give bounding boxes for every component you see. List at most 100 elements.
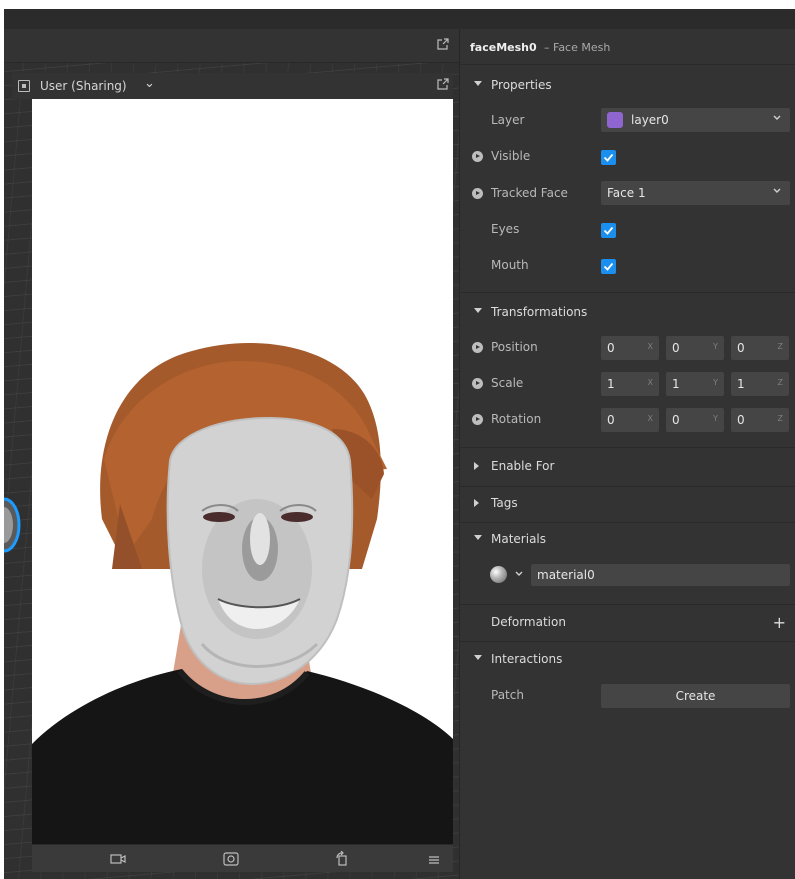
simulator-popout-icon[interactable] bbox=[437, 78, 449, 90]
expand-triangle-icon[interactable] bbox=[474, 462, 479, 470]
scene-face-object[interactable] bbox=[4, 491, 30, 561]
position-x-value: 0 bbox=[607, 341, 615, 355]
axis-label: X bbox=[647, 378, 653, 387]
material-field[interactable]: material0 bbox=[531, 564, 790, 586]
collapse-triangle-icon[interactable] bbox=[474, 655, 482, 660]
tracked-face-label: Tracked Face bbox=[491, 186, 568, 200]
position-z-value: 0 bbox=[737, 341, 745, 355]
position-y-field[interactable]: 0Y bbox=[666, 336, 724, 360]
simulator-source-label[interactable]: User (Sharing) bbox=[40, 79, 127, 93]
section-deformation[interactable]: Deformation + bbox=[460, 605, 795, 641]
viewport-header bbox=[4, 29, 459, 63]
create-button-label: Create bbox=[675, 689, 716, 703]
section-tags[interactable]: Tags bbox=[460, 486, 795, 522]
rotation-x-field[interactable]: 0X bbox=[601, 408, 659, 432]
screenshot-icon[interactable] bbox=[222, 851, 240, 871]
patch-arrow-icon[interactable] bbox=[472, 378, 483, 389]
viewport-popout-icon[interactable] bbox=[437, 38, 449, 50]
create-patch-button[interactable]: Create bbox=[601, 684, 790, 708]
axis-label: Y bbox=[713, 414, 718, 423]
simulator-header: User (Sharing) ⌄ bbox=[12, 73, 453, 99]
object-type: – Face Mesh bbox=[544, 41, 611, 54]
collapse-triangle-icon[interactable] bbox=[474, 81, 482, 86]
property-eyes: Eyes bbox=[460, 212, 795, 248]
section-divider bbox=[460, 292, 795, 293]
rotation-z-field[interactable]: 0Z bbox=[731, 408, 789, 432]
section-title: Interactions bbox=[491, 652, 563, 666]
mouth-label: Mouth bbox=[491, 258, 529, 272]
expand-triangle-icon[interactable] bbox=[474, 499, 479, 507]
collapse-triangle-icon[interactable] bbox=[474, 308, 482, 313]
section-properties[interactable]: Properties bbox=[460, 68, 795, 104]
rotation-y-value: 0 bbox=[672, 413, 680, 427]
axis-label: Z bbox=[777, 414, 783, 423]
object-name: faceMesh0 bbox=[470, 41, 537, 54]
simulator-toolbar bbox=[32, 844, 453, 872]
video-record-icon[interactable] bbox=[110, 851, 126, 870]
section-materials[interactable]: Materials bbox=[460, 522, 795, 558]
scale-z-field[interactable]: 1Z bbox=[731, 372, 789, 396]
position-z-field[interactable]: 0Z bbox=[731, 336, 789, 360]
property-position: Position 0X 0Y 0Z bbox=[460, 330, 795, 366]
axis-label: Z bbox=[777, 342, 783, 351]
axis-label: Z bbox=[777, 378, 783, 387]
patch-arrow-icon[interactable] bbox=[472, 188, 483, 199]
patch-arrow-icon[interactable] bbox=[472, 151, 483, 162]
app-window: User (Sharing) ⌄ faceMesh0 – Face Mesh P… bbox=[0, 0, 795, 879]
property-scale: Scale 1X 1Y 1Z bbox=[460, 366, 795, 402]
axis-label: Y bbox=[713, 342, 718, 351]
section-interactions[interactable]: Interactions bbox=[460, 642, 795, 678]
chevron-down-icon[interactable]: ⌄ bbox=[144, 76, 155, 91]
section-title: Enable For bbox=[491, 459, 555, 473]
chevron-down-icon bbox=[773, 188, 781, 193]
patch-arrow-icon[interactable] bbox=[472, 342, 483, 353]
material-value: material0 bbox=[537, 568, 595, 582]
section-title: Materials bbox=[491, 532, 547, 546]
property-layer: Layer layer0 bbox=[460, 103, 795, 139]
add-icon[interactable]: + bbox=[773, 613, 786, 632]
layer-color-swatch bbox=[607, 112, 623, 128]
scale-x-field[interactable]: 1X bbox=[601, 372, 659, 396]
tracked-face-dropdown[interactable]: Face 1 bbox=[601, 181, 790, 205]
scale-label: Scale bbox=[491, 376, 524, 390]
checkmark-icon bbox=[603, 226, 614, 235]
viewport-pane[interactable]: User (Sharing) ⌄ bbox=[4, 29, 459, 879]
checkmark-icon bbox=[603, 262, 614, 271]
axis-label: X bbox=[647, 414, 653, 423]
position-y-value: 0 bbox=[672, 341, 680, 355]
rotation-x-value: 0 bbox=[607, 413, 615, 427]
rotate-device-icon[interactable] bbox=[334, 850, 350, 871]
scale-z-value: 1 bbox=[737, 377, 745, 391]
chevron-down-icon[interactable] bbox=[514, 569, 524, 579]
collapse-triangle-icon[interactable] bbox=[474, 535, 482, 540]
material-sphere-icon bbox=[490, 566, 507, 583]
visible-checkbox[interactable] bbox=[601, 150, 616, 165]
patch-arrow-icon[interactable] bbox=[472, 414, 483, 425]
patch-label: Patch bbox=[491, 688, 524, 702]
layer-label: Layer bbox=[491, 113, 525, 127]
layer-value: layer0 bbox=[631, 113, 669, 127]
property-visible: Visible bbox=[460, 139, 795, 175]
visible-label: Visible bbox=[491, 149, 531, 163]
eyes-checkbox[interactable] bbox=[601, 223, 616, 238]
property-rotation: Rotation 0X 0Y 0Z bbox=[460, 402, 795, 438]
section-transformations[interactable]: Transformations bbox=[460, 295, 795, 331]
rotation-label: Rotation bbox=[491, 412, 542, 426]
chevron-down-icon bbox=[773, 115, 781, 120]
rotation-y-field[interactable]: 0Y bbox=[666, 408, 724, 432]
mouth-checkbox[interactable] bbox=[601, 259, 616, 274]
property-mouth: Mouth bbox=[460, 248, 795, 284]
material-row: material0 bbox=[460, 558, 795, 592]
layer-dropdown[interactable]: layer0 bbox=[601, 108, 790, 132]
position-x-field[interactable]: 0X bbox=[601, 336, 659, 360]
menu-icon[interactable] bbox=[428, 851, 440, 870]
axis-label: X bbox=[647, 342, 653, 351]
section-title: Tags bbox=[491, 496, 518, 510]
scale-y-field[interactable]: 1Y bbox=[666, 372, 724, 396]
section-title: Transformations bbox=[491, 305, 588, 319]
section-title: Properties bbox=[491, 78, 552, 92]
top-toolbar-strip bbox=[4, 9, 795, 29]
property-tracked-face: Tracked Face Face 1 bbox=[460, 176, 795, 212]
simulator-preview bbox=[32, 99, 453, 844]
section-enable-for[interactable]: Enable For bbox=[460, 449, 795, 485]
